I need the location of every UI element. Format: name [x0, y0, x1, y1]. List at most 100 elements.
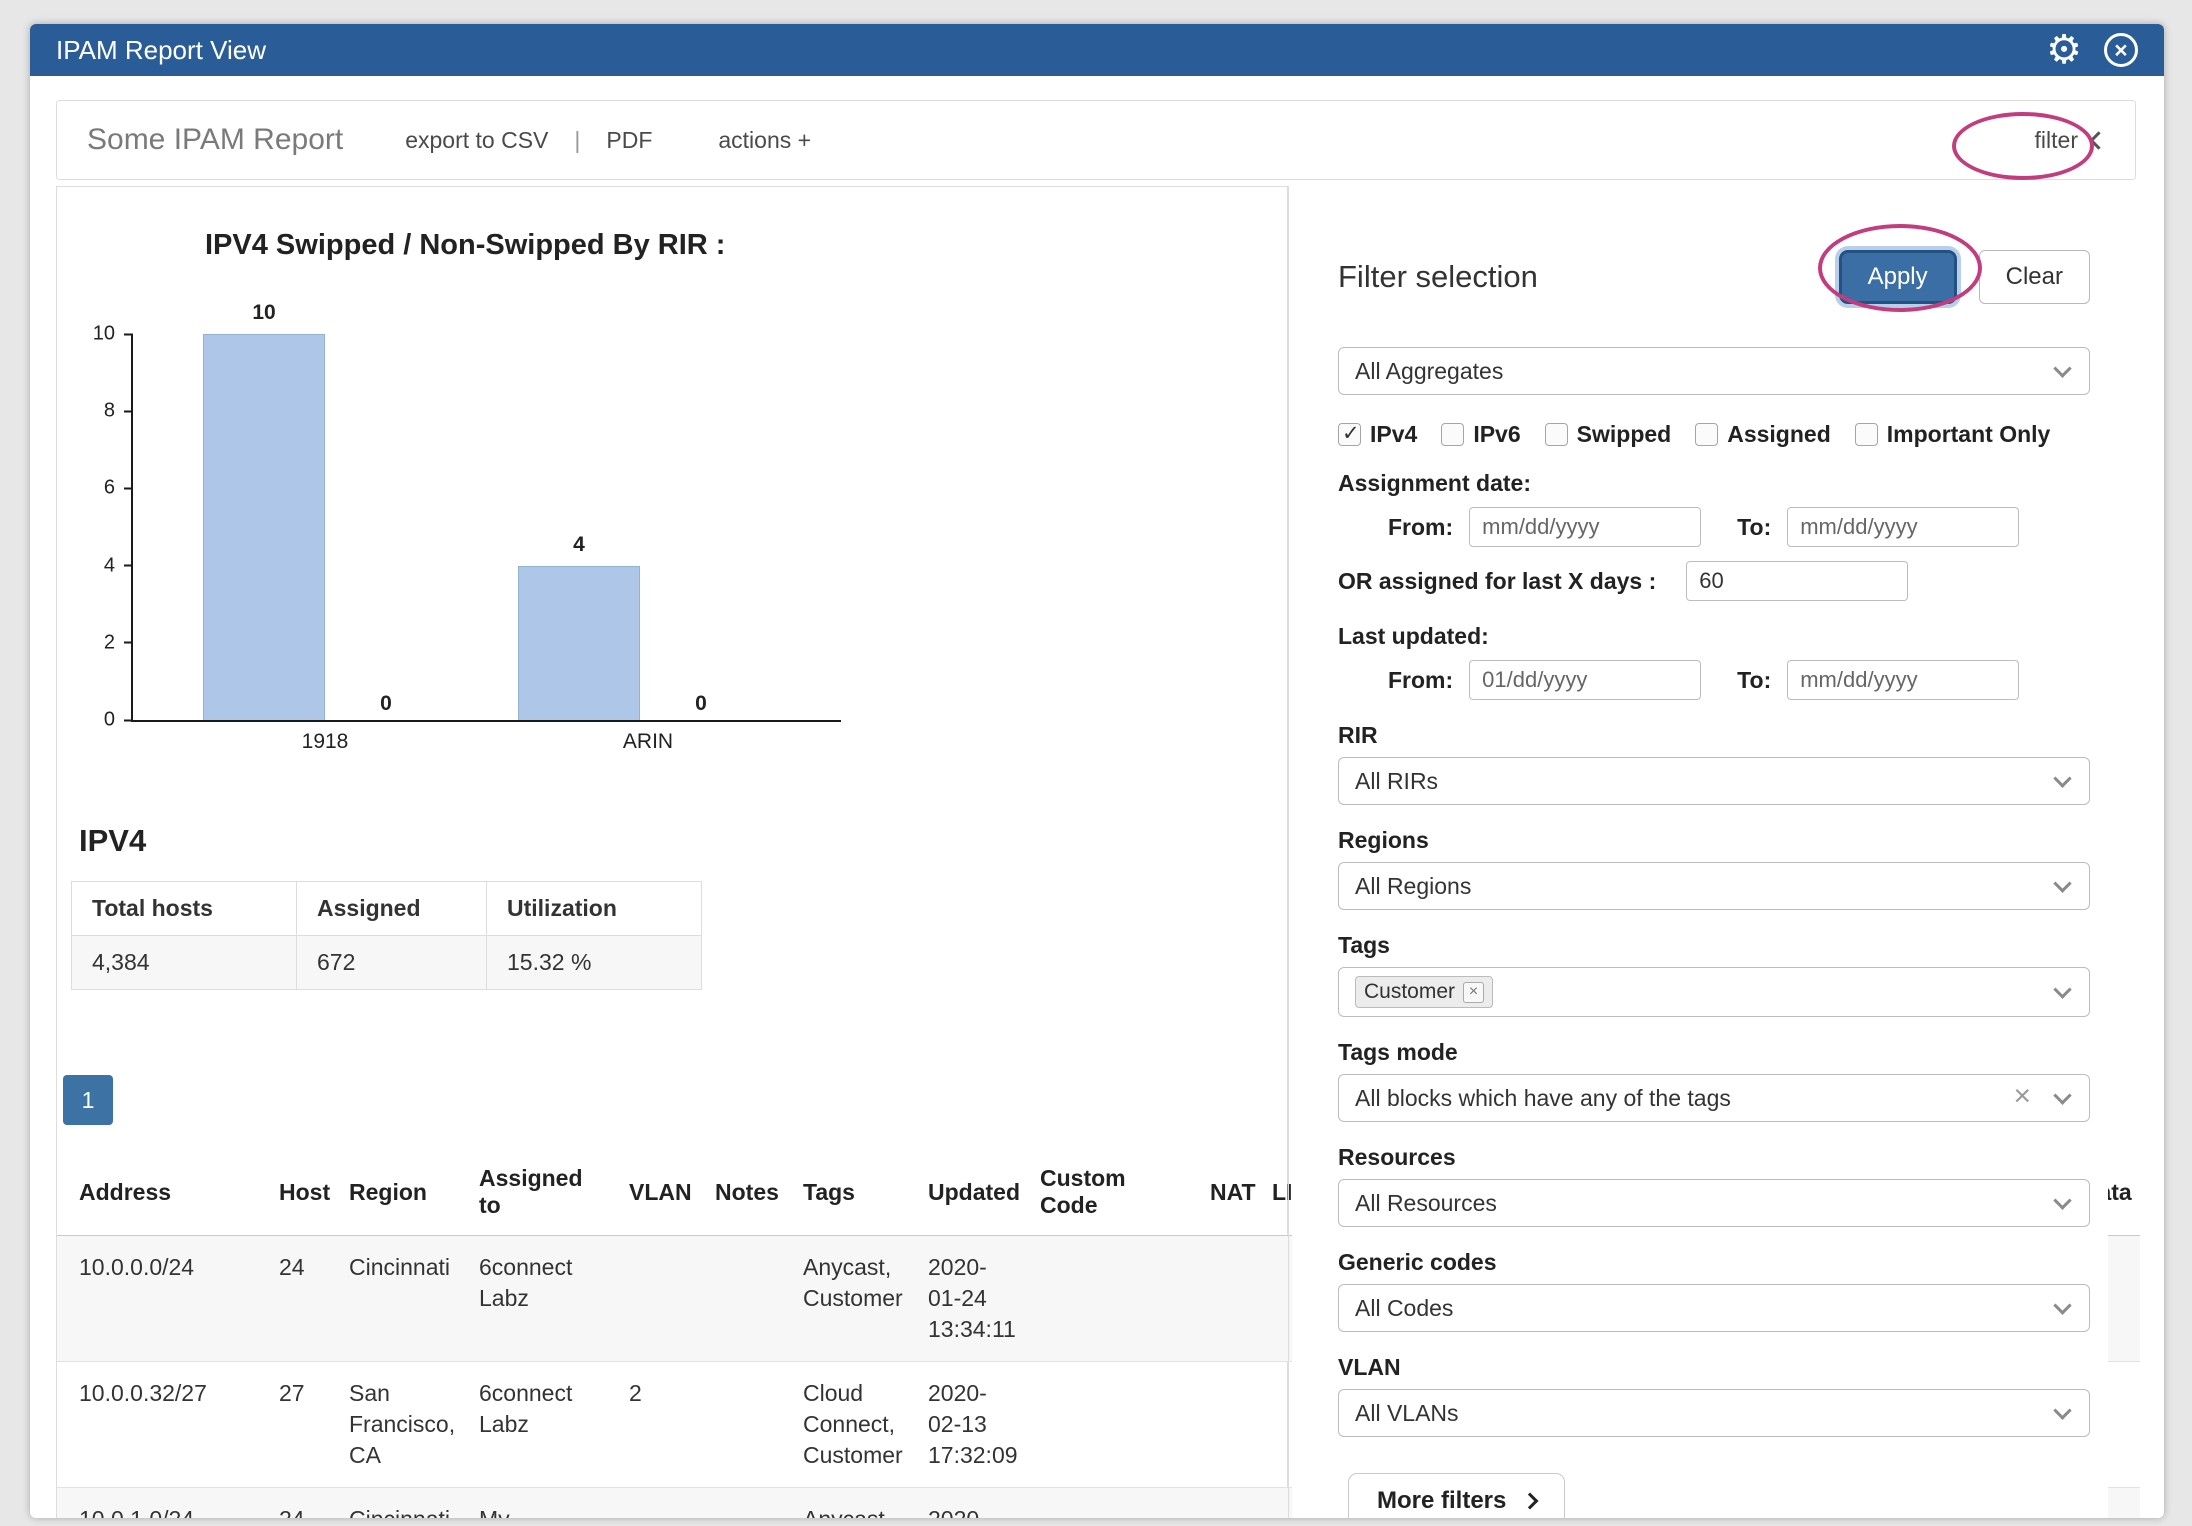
x-axis-label-arin: ARIN: [587, 730, 709, 754]
generic-codes-dropdown[interactable]: All Codes: [1338, 1284, 2090, 1332]
cell-region: Cincinnati: [327, 1236, 457, 1362]
type-checkbox-row: IPv4 IPv6 Swipped Assigned Important Onl…: [1338, 421, 2090, 448]
ipam-report-window: IPAM Report View ⚙ × Some IPAM Report ex…: [30, 24, 2164, 1518]
assignment-date-label: Assignment date:: [1338, 470, 2090, 497]
cell-address: 10.0.1.0/24: [57, 1488, 257, 1518]
summary-col-assigned: Assigned: [297, 882, 487, 936]
aggregates-dropdown[interactable]: All Aggregates: [1338, 347, 2090, 395]
checkbox-important-only-label: Important Only: [1887, 421, 2051, 448]
filter-toggle[interactable]: filter: [2035, 127, 2105, 154]
remove-icon[interactable]: ×: [1463, 982, 1484, 1003]
assignment-to-label: To:: [1737, 514, 1771, 541]
more-filters-label: More filters: [1377, 1487, 1506, 1515]
resources-dropdown[interactable]: All Resources: [1338, 1179, 2090, 1227]
more-filters-button[interactable]: More filters: [1348, 1473, 1565, 1518]
summary-data-row: 4,384 672 15.32 %: [72, 936, 702, 990]
cell-notes: [693, 1236, 781, 1362]
bar-1918-nonswipped-label: 0: [325, 692, 447, 716]
col-vlan: VLAN: [607, 1143, 693, 1236]
y-axis-tick: 6: [104, 477, 133, 500]
y-axis-tick: 10: [93, 323, 133, 346]
assignment-from-label: From:: [1388, 514, 1453, 541]
cell-custom-code: [1018, 1236, 1188, 1362]
clear-icon[interactable]: ×: [2013, 1080, 2031, 1114]
clear-button[interactable]: Clear: [1979, 250, 2090, 304]
report-toolbar: Some IPAM Report export to CSV | PDF act…: [56, 100, 2136, 180]
cell-notes: [693, 1362, 781, 1488]
vlan-dropdown-value: All VLANs: [1355, 1400, 1459, 1427]
chevron-down-icon: [2053, 1191, 2071, 1209]
aggregates-dropdown-value: All Aggregates: [1355, 358, 1503, 385]
checkbox-important-only[interactable]: Important Only: [1855, 421, 2051, 448]
report-title: Some IPAM Report: [87, 123, 343, 157]
bar-value-label: 10: [204, 301, 324, 325]
assignment-to-input[interactable]: [1787, 507, 2019, 547]
chevron-down-icon: [2053, 359, 2071, 377]
summary-total-hosts: 4,384: [72, 936, 297, 990]
summary-col-utilization: Utilization: [487, 882, 702, 936]
cell-notes: [693, 1488, 781, 1518]
chevron-right-icon: [1522, 1493, 1539, 1510]
checkbox-ipv4-box[interactable]: [1338, 423, 1361, 446]
rir-dropdown[interactable]: All RIRs: [1338, 757, 2090, 805]
y-axis-tick: 2: [104, 631, 133, 654]
checkbox-ipv6-label: IPv6: [1473, 421, 1520, 448]
last-updated-from-label: From:: [1388, 667, 1453, 694]
checkbox-swipped-box[interactable]: [1545, 423, 1568, 446]
checkbox-important-only-box[interactable]: [1855, 423, 1878, 446]
checkbox-assigned[interactable]: Assigned: [1695, 421, 1831, 448]
last-updated-from-input[interactable]: [1469, 660, 1701, 700]
checkbox-ipv6[interactable]: IPv6: [1441, 421, 1520, 448]
regions-label: Regions: [1338, 827, 2090, 854]
pagination-page-1-button[interactable]: 1: [63, 1075, 113, 1125]
actions-menu[interactable]: actions +: [718, 127, 811, 154]
col-custom-code: Custom Code: [1018, 1143, 1188, 1236]
window-title: IPAM Report View: [56, 35, 266, 66]
summary-assigned: 672: [297, 936, 487, 990]
apply-button[interactable]: Apply: [1839, 250, 1957, 304]
cell-tags: Cloud Connect, Customer: [781, 1362, 906, 1488]
cell-assigned-to: 6connect Labz: [457, 1236, 607, 1362]
checkbox-swipped[interactable]: Swipped: [1545, 421, 1672, 448]
tags-mode-dropdown[interactable]: All blocks which have any of the tags ×: [1338, 1074, 2090, 1122]
resources-label: Resources: [1338, 1144, 2090, 1171]
gear-icon[interactable]: ⚙: [2046, 30, 2082, 70]
export-csv-link[interactable]: export to CSV: [405, 127, 548, 154]
checkbox-assigned-label: Assigned: [1727, 421, 1831, 448]
tags-dropdown[interactable]: Customer ×: [1338, 967, 2090, 1017]
generic-codes-dropdown-value: All Codes: [1355, 1295, 1453, 1322]
checkbox-ipv6-box[interactable]: [1441, 423, 1464, 446]
tag-chip-customer: Customer ×: [1355, 976, 1493, 1008]
assigned-last-days-input[interactable]: [1686, 561, 1908, 601]
chevron-down-icon: [2053, 769, 2071, 787]
cell-host: 24: [257, 1488, 327, 1518]
rir-dropdown-value: All RIRs: [1355, 768, 1438, 795]
bar-1918-swipped: 10: [203, 334, 325, 720]
last-updated-to-input[interactable]: [1787, 660, 2019, 700]
chevron-down-icon: [2053, 1296, 2071, 1314]
cell-custom-code: [1018, 1362, 1188, 1488]
export-pdf-link[interactable]: PDF: [606, 127, 652, 154]
checkbox-assigned-box[interactable]: [1695, 423, 1718, 446]
vlan-label: VLAN: [1338, 1354, 2090, 1381]
checkbox-ipv4[interactable]: IPv4: [1338, 421, 1417, 448]
y-axis-tick: 8: [104, 400, 133, 423]
vlan-dropdown[interactable]: All VLANs: [1338, 1389, 2090, 1437]
col-address: Address: [57, 1143, 257, 1236]
assigned-last-days-label: OR assigned for last X days :: [1338, 568, 1656, 595]
last-updated-label: Last updated:: [1338, 623, 2090, 650]
assignment-from-input[interactable]: [1469, 507, 1701, 547]
cell-vlan: [607, 1236, 693, 1362]
checkbox-swipped-label: Swipped: [1577, 421, 1672, 448]
close-icon[interactable]: ×: [2104, 33, 2138, 67]
col-tags: Tags: [781, 1143, 906, 1236]
col-host: Host: [257, 1143, 327, 1236]
regions-dropdown[interactable]: All Regions: [1338, 862, 2090, 910]
titlebar-icons: ⚙ ×: [2046, 30, 2138, 70]
chevron-down-icon: [2053, 980, 2071, 998]
y-axis-tick: 0: [104, 709, 133, 732]
col-region: Region: [327, 1143, 457, 1236]
last-updated-row: From: To:: [1388, 660, 2090, 700]
cell-address: 10.0.0.0/24: [57, 1236, 257, 1362]
regions-dropdown-value: All Regions: [1355, 873, 1471, 900]
